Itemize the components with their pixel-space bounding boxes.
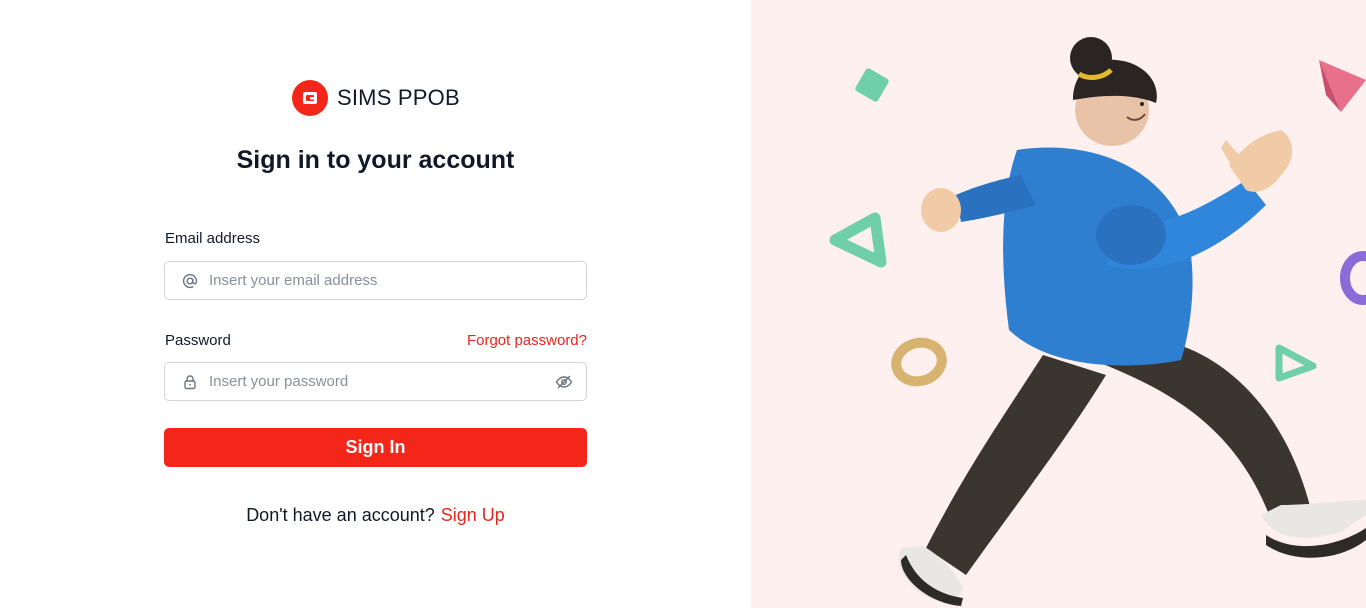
forgot-password-link[interactable]: Forgot password? (467, 332, 587, 349)
sign-in-button[interactable]: Sign In (164, 428, 587, 467)
small-green-triangle-shape (1275, 344, 1317, 382)
signup-row: Don't have an account? Sign Up (0, 505, 751, 526)
lock-icon (165, 363, 209, 400)
walking-person-illustration (829, 37, 1366, 606)
brand-name: SIMS PPOB (337, 85, 460, 110)
purple-ring-shape (1340, 251, 1366, 305)
green-triangle-outline-shape (829, 212, 887, 268)
at-sign-icon (165, 262, 209, 299)
password-input[interactable] (209, 363, 542, 400)
password-label: Password (165, 332, 231, 349)
wallet-icon (292, 80, 328, 116)
eye-off-icon[interactable] (542, 363, 586, 400)
login-panel: SIMS PPOB Sign in to your account Email … (0, 0, 751, 608)
gold-ring-shape (891, 337, 947, 387)
signup-prompt: Don't have an account? (246, 505, 435, 525)
email-field-wrapper (164, 261, 587, 300)
email-label: Email address (165, 230, 261, 247)
pink-triangle-shape (1319, 60, 1366, 112)
brand: SIMS PPOB (292, 80, 460, 116)
green-diamond-shape (855, 68, 889, 102)
email-input[interactable] (209, 262, 586, 299)
page-title: Sign in to your account (236, 146, 515, 174)
password-field-wrapper (164, 362, 587, 401)
illustration-panel (751, 0, 1366, 608)
sign-up-link[interactable]: Sign Up (441, 505, 505, 525)
